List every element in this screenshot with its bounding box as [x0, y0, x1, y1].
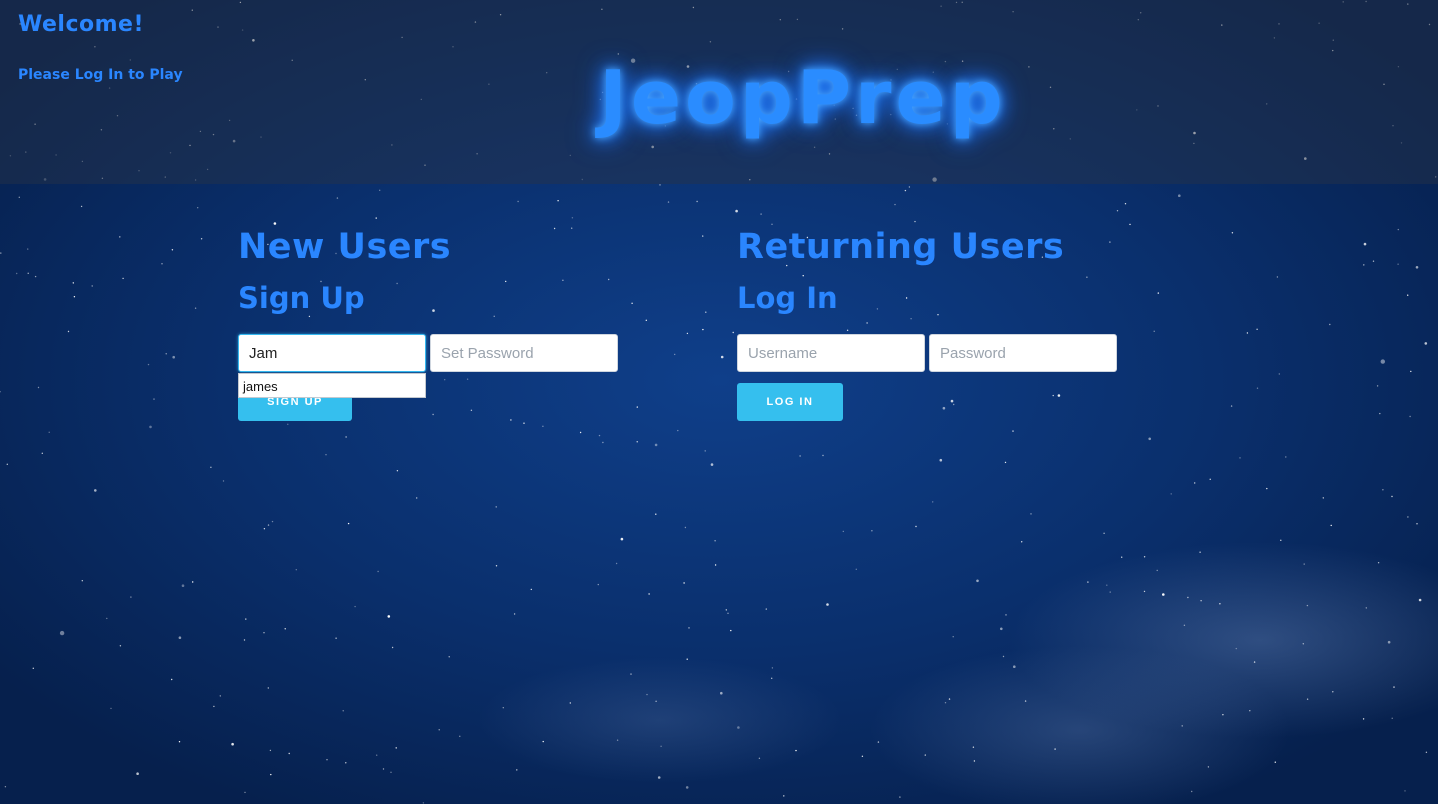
returning-users-title: Returning Users — [737, 227, 1065, 267]
login-subtitle: Log In — [737, 281, 838, 315]
new-users-title: New Users — [238, 227, 452, 267]
signup-subtitle: Sign Up — [238, 281, 365, 315]
login-username-input[interactable] — [737, 334, 925, 372]
log-in-button[interactable]: LOG IN — [737, 383, 843, 421]
autocomplete-suggestion[interactable]: james — [238, 373, 426, 398]
signup-password-input[interactable] — [430, 334, 618, 372]
app-logo: JeopPrep — [599, 55, 1007, 141]
signup-username-input[interactable] — [238, 334, 426, 372]
login-password-input[interactable] — [929, 334, 1117, 372]
welcome-heading: Welcome! — [18, 12, 144, 37]
signup-panel: New Users Sign Up james SIGN UP — [238, 226, 618, 421]
login-panel: Returning Users Log In LOG IN — [737, 226, 1117, 421]
login-fields — [737, 334, 1117, 372]
signup-fields: james — [238, 334, 618, 398]
